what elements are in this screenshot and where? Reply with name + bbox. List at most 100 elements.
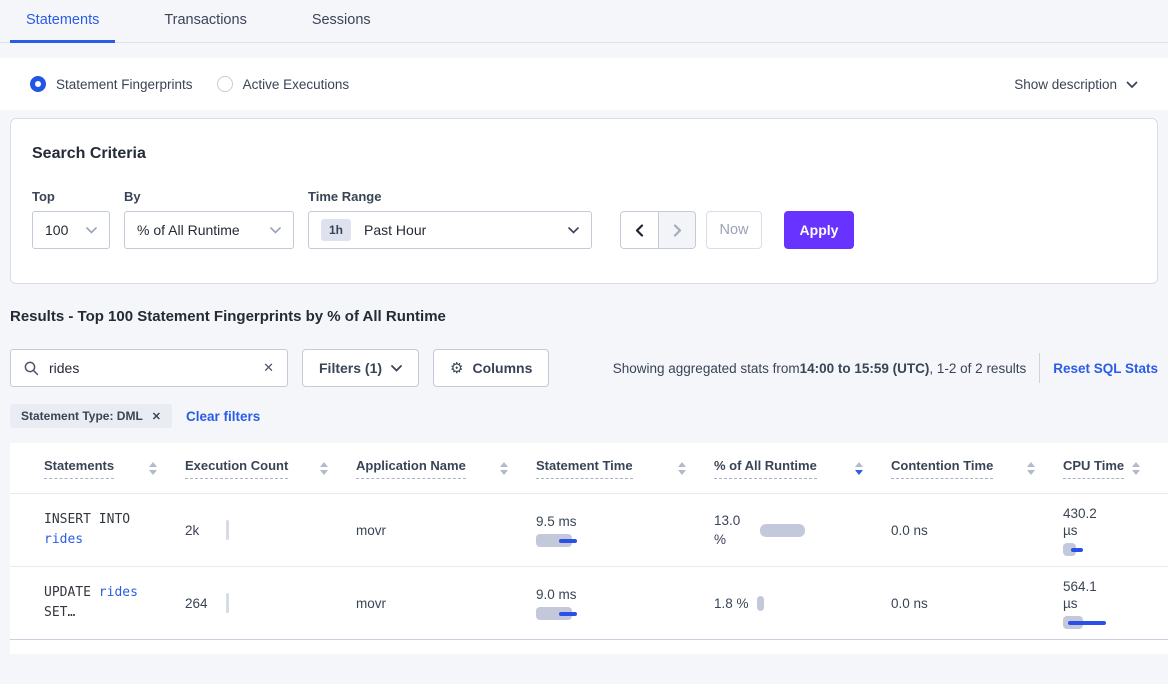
execution-count-value: 2k (185, 523, 226, 538)
show-description-toggle[interactable]: Show description (1014, 77, 1138, 92)
cpu-time-value: 564.1 µs (1063, 578, 1111, 612)
tab-statements[interactable]: Statements (10, 0, 115, 42)
stats-suffix: , 1-2 of 2 results (929, 361, 1026, 376)
table-row[interactable]: INSERT INTOrides 2k movr 9.5 ms 13.0 % 0… (10, 494, 1168, 567)
column-header-statement-time[interactable]: Statement Time (536, 443, 714, 493)
column-header-statements[interactable]: Statements (10, 443, 185, 493)
execution-count-value: 264 (185, 596, 226, 611)
cpu-time-cell: 564.1 µs (1063, 578, 1168, 629)
results-title: Results - Top 100 Statement Fingerprints… (10, 308, 1158, 325)
columns-label: Columns (472, 360, 532, 376)
column-header-execution-count[interactable]: Execution Count (185, 443, 356, 493)
sort-icon[interactable] (855, 462, 863, 475)
by-select-value: % of All Runtime (137, 222, 240, 238)
radio-label: Active Executions (243, 77, 350, 92)
statement-time-cell: 9.0 ms (536, 586, 714, 620)
previous-time-button[interactable] (621, 212, 658, 248)
search-criteria-form: Top 100 By % of All Runtime Time Range 1… (32, 189, 1136, 249)
filters-button[interactable]: Filters (1) (302, 349, 419, 387)
columns-button[interactable]: ⚙ Columns (433, 349, 549, 387)
sort-icon[interactable] (1132, 462, 1140, 475)
chevron-down-icon (1126, 77, 1138, 92)
apply-button[interactable]: Apply (784, 211, 854, 249)
execution-count-cell: 2k (185, 520, 356, 540)
application-name-cell: movr (356, 523, 536, 538)
time-nav-group (620, 211, 696, 249)
column-header-contention-time[interactable]: Contention Time (891, 443, 1063, 493)
time-range-label: Time Range (308, 189, 592, 204)
statement-link[interactable]: rides (44, 532, 83, 547)
time-range-value: Past Hour (364, 222, 426, 238)
now-button[interactable]: Now (706, 211, 762, 249)
reset-sql-stats-link[interactable]: Reset SQL Stats (1053, 361, 1158, 376)
search-input[interactable] (49, 360, 263, 376)
statement-time-value: 9.0 ms (536, 586, 694, 603)
statement-time-bar (536, 607, 606, 620)
radio-statement-fingerprints[interactable]: Statement Fingerprints (30, 76, 193, 92)
by-select[interactable]: % of All Runtime (124, 211, 294, 249)
stats-summary: Showing aggregated stats from 14:00 to 1… (613, 361, 1026, 376)
view-toggle-bar: Statement Fingerprints Active Executions… (0, 58, 1168, 110)
chevron-left-icon (635, 224, 644, 237)
chevron-down-icon (391, 365, 402, 372)
filter-chip-statement-type[interactable]: Statement Type: DML ✕ (10, 404, 172, 428)
search-box[interactable]: ✕ (10, 349, 288, 387)
statement-time-value: 9.5 ms (536, 513, 694, 530)
clear-filters-link[interactable]: Clear filters (186, 409, 260, 424)
table-header-row: Statements Execution Count Application N… (10, 443, 1168, 494)
sort-icon[interactable] (149, 462, 157, 475)
next-time-button[interactable] (658, 212, 695, 248)
filter-chip-label: Statement Type: DML (21, 409, 143, 423)
execution-count-cell: 264 (185, 593, 356, 613)
sort-icon[interactable] (320, 462, 328, 475)
runtime-pct-value: 1.8 % (714, 594, 749, 613)
contention-time-cell: 0.0 ns (891, 523, 1063, 538)
vertical-divider (1039, 353, 1040, 383)
filters-label: Filters (1) (319, 360, 382, 376)
search-criteria-title: Search Criteria (32, 145, 1136, 163)
top-tab-bar: Statements Transactions Sessions (0, 0, 1168, 43)
column-header-application-name[interactable]: Application Name (356, 443, 536, 493)
by-label: By (124, 189, 294, 204)
cpu-time-value: 430.2 µs (1063, 505, 1111, 539)
results-table: Statements Execution Count Application N… (10, 443, 1168, 654)
cpu-time-cell: 430.2 µs (1063, 505, 1168, 556)
radio-unselected-icon[interactable] (217, 76, 233, 92)
statement-cell[interactable]: INSERT INTOrides (10, 510, 185, 550)
runtime-pct-cell: 13.0 % (714, 511, 891, 549)
top-select-value: 100 (45, 222, 68, 238)
cpu-time-bar (1063, 616, 1133, 629)
top-select[interactable]: 100 (32, 211, 110, 249)
runtime-pct-bar (760, 524, 805, 537)
time-range-select[interactable]: 1h Past Hour (308, 211, 592, 249)
statement-cell[interactable]: UPDATE rides SET… (10, 583, 185, 623)
statement-text: UPDATE (44, 585, 99, 600)
radio-active-executions[interactable]: Active Executions (217, 76, 350, 92)
execution-count-bar (226, 520, 229, 540)
tab-sessions[interactable]: Sessions (296, 0, 387, 42)
time-range-badge: 1h (321, 219, 351, 241)
sort-icon[interactable] (678, 462, 686, 475)
column-header-runtime-pct[interactable]: % of All Runtime (714, 443, 891, 493)
tab-transactions[interactable]: Transactions (148, 0, 262, 42)
application-name-cell: movr (356, 596, 536, 611)
show-description-label: Show description (1014, 77, 1117, 92)
sort-icon[interactable] (1027, 462, 1035, 475)
statement-text: SET… (44, 605, 75, 620)
remove-filter-icon[interactable]: ✕ (152, 410, 161, 423)
chevron-down-icon (270, 227, 281, 234)
column-header-cpu-time[interactable]: CPU Time (1063, 443, 1168, 493)
runtime-pct-bar (757, 596, 764, 611)
chevron-down-icon (568, 227, 579, 234)
statement-link[interactable]: rides (99, 585, 138, 600)
radio-label: Statement Fingerprints (56, 77, 193, 92)
results-toolbar: ✕ Filters (1) ⚙ Columns Showing aggregat… (10, 349, 1158, 387)
statement-time-bar (536, 534, 606, 547)
table-body: INSERT INTOrides 2k movr 9.5 ms 13.0 % 0… (10, 494, 1168, 640)
sort-icon[interactable] (500, 462, 508, 475)
clear-search-icon[interactable]: ✕ (263, 360, 274, 376)
statement-time-cell: 9.5 ms (536, 513, 714, 547)
radio-selected-icon[interactable] (30, 76, 46, 92)
top-label: Top (32, 189, 110, 204)
table-row[interactable]: UPDATE ridesSET… 264 movr 9.0 ms 1.8 % 0… (10, 567, 1168, 640)
